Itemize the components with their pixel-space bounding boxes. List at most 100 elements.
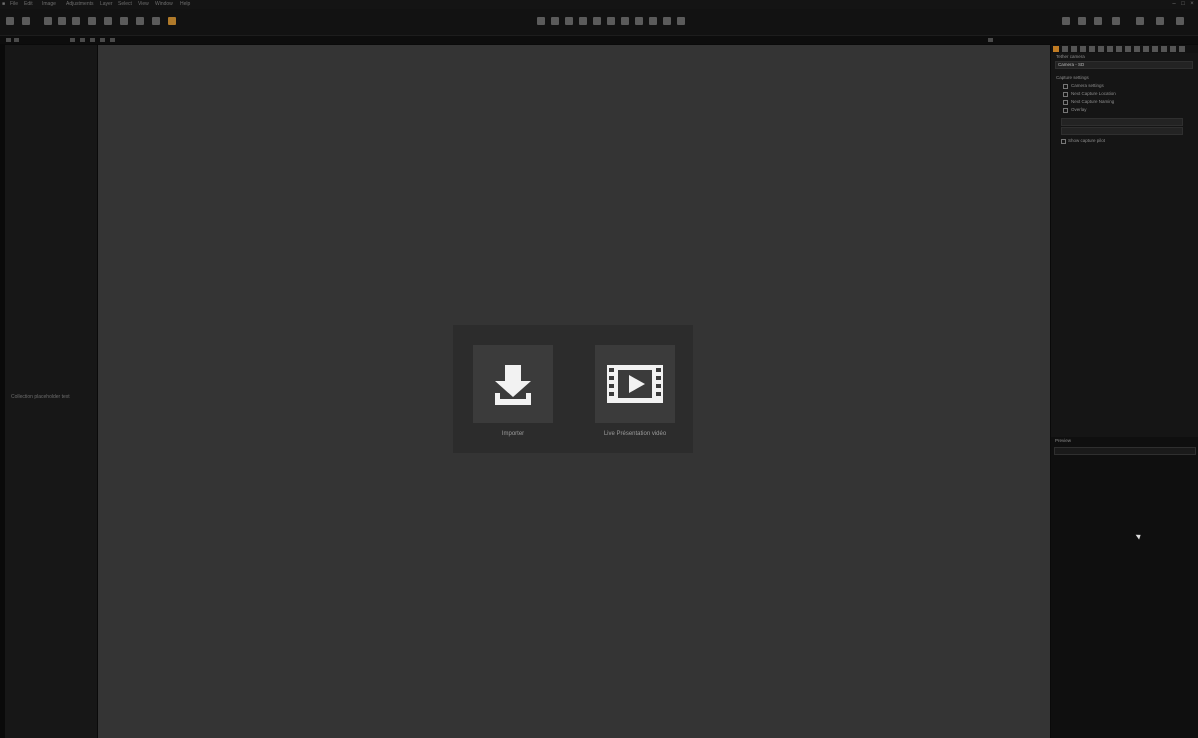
option-3[interactable]: Next Capture Naming bbox=[1071, 99, 1114, 104]
crop-tool-icon[interactable] bbox=[579, 17, 587, 25]
menu-select[interactable]: Select bbox=[118, 1, 132, 7]
tab-extra-icon[interactable] bbox=[1179, 46, 1185, 52]
tab-local-icon[interactable] bbox=[1107, 46, 1113, 52]
picker-tool-icon[interactable] bbox=[677, 17, 685, 25]
gradient-icon[interactable] bbox=[136, 17, 144, 25]
preview-info-field bbox=[1054, 447, 1196, 455]
redo-icon[interactable] bbox=[58, 17, 66, 25]
tutorial-label[interactable]: Live Présentation vidéo bbox=[575, 431, 695, 437]
menu-window[interactable]: Window bbox=[155, 1, 173, 7]
cursor-tool-icon[interactable] bbox=[537, 17, 545, 25]
menu-view[interactable]: View bbox=[138, 1, 149, 7]
section-title[interactable]: Capture settings bbox=[1056, 75, 1089, 80]
menu-bar: ■ File Edit Image Adjustments Layer Sele… bbox=[0, 0, 1198, 9]
view-list-icon[interactable] bbox=[90, 38, 95, 42]
minimize-button[interactable]: – bbox=[1170, 1, 1178, 7]
capture-pilot-checkbox[interactable] bbox=[1061, 139, 1066, 144]
menu-help[interactable]: Help bbox=[180, 1, 190, 7]
tutorial-tile[interactable] bbox=[595, 345, 675, 423]
tab-output-icon[interactable] bbox=[1125, 46, 1131, 52]
welcome-card: Importer Live Présentation vidéo bbox=[453, 325, 693, 453]
menu-image[interactable]: Image bbox=[42, 1, 56, 7]
tab-lens-icon[interactable] bbox=[1071, 46, 1077, 52]
tab-library-icon[interactable] bbox=[1062, 46, 1068, 52]
proof-icon[interactable] bbox=[1094, 17, 1102, 25]
option-checkbox[interactable] bbox=[1063, 100, 1068, 105]
tab-color-icon[interactable] bbox=[1080, 46, 1086, 52]
tool-tabs bbox=[1051, 45, 1198, 53]
settings-field-2[interactable] bbox=[1061, 127, 1183, 135]
tab-styles-icon[interactable] bbox=[1143, 46, 1149, 52]
tab-metadata-icon[interactable] bbox=[1116, 46, 1122, 52]
undo-icon[interactable] bbox=[44, 17, 52, 25]
secondary-toolbar bbox=[0, 36, 1198, 44]
tab-capture-icon[interactable] bbox=[1053, 46, 1059, 52]
option-2[interactable]: Next Capture Location bbox=[1071, 91, 1116, 96]
viewer-options-icon[interactable] bbox=[988, 38, 993, 42]
right-panel: Tether camera Camera - SD Capture settin… bbox=[1051, 45, 1198, 738]
zoom-tool-icon[interactable] bbox=[565, 17, 573, 25]
viewer-area: Importer Live Présentation vidéo bbox=[98, 45, 1050, 738]
maximize-button[interactable]: □ bbox=[1179, 1, 1187, 7]
copy-icon[interactable] bbox=[1136, 17, 1144, 25]
import-label[interactable]: Importer bbox=[453, 431, 573, 437]
video-play-icon bbox=[607, 365, 663, 403]
menu-file[interactable]: File bbox=[10, 1, 18, 7]
view-filmstrip-icon[interactable] bbox=[100, 38, 105, 42]
keystone-tool-icon[interactable] bbox=[607, 17, 615, 25]
menu-edit[interactable]: Edit bbox=[24, 1, 33, 7]
close-button[interactable]: × bbox=[1188, 1, 1196, 7]
camera-selector[interactable]: Camera - SD bbox=[1055, 61, 1193, 69]
menu-layer[interactable]: Layer bbox=[100, 1, 113, 7]
tab-detail-icon[interactable] bbox=[1098, 46, 1104, 52]
import-tile[interactable] bbox=[473, 345, 553, 423]
view-grid-icon[interactable] bbox=[80, 38, 85, 42]
library-icon[interactable] bbox=[22, 17, 30, 25]
reset-icon[interactable] bbox=[1176, 17, 1184, 25]
camera-selector-value: Camera - SD bbox=[1058, 62, 1085, 67]
import-icon[interactable] bbox=[6, 17, 14, 25]
crop-icon[interactable] bbox=[88, 17, 96, 25]
tab-adjust-icon[interactable] bbox=[1170, 46, 1176, 52]
panel-options-icon[interactable] bbox=[14, 38, 19, 42]
straighten-tool-icon[interactable] bbox=[593, 17, 601, 25]
stamp-icon[interactable] bbox=[152, 17, 160, 25]
mouse-cursor-icon bbox=[1135, 532, 1143, 540]
eraser-icon[interactable] bbox=[120, 17, 128, 25]
option-checkbox[interactable] bbox=[1063, 84, 1068, 89]
option-4[interactable]: Overlay bbox=[1071, 107, 1087, 112]
option-1[interactable]: Camera settings bbox=[1071, 83, 1104, 88]
app-icon[interactable]: ■ bbox=[2, 1, 5, 7]
hand-icon[interactable] bbox=[72, 17, 80, 25]
brush-tool-icon[interactable] bbox=[635, 17, 643, 25]
pan-tool-icon[interactable] bbox=[551, 17, 559, 25]
left-panel-label: Collection placeholder text bbox=[11, 394, 70, 400]
highlight-icon[interactable] bbox=[168, 17, 176, 25]
panel-header: Tether camera bbox=[1056, 54, 1085, 59]
panel-toggle-icon[interactable] bbox=[6, 38, 11, 42]
left-panel: Collection placeholder text bbox=[5, 45, 97, 738]
apply-icon[interactable] bbox=[1156, 17, 1164, 25]
option-checkbox[interactable] bbox=[1063, 92, 1068, 97]
gradient-tool-icon[interactable] bbox=[663, 17, 671, 25]
capture-pilot-label[interactable]: Show capture pilot bbox=[1068, 138, 1105, 143]
toolbar bbox=[0, 9, 1198, 36]
eraser-tool-icon[interactable] bbox=[649, 17, 657, 25]
brush-icon[interactable] bbox=[104, 17, 112, 25]
tab-batch-icon[interactable] bbox=[1134, 46, 1140, 52]
download-icon bbox=[495, 365, 531, 405]
compare-icon[interactable] bbox=[1112, 17, 1120, 25]
menu-adjustments[interactable]: Adjustments bbox=[66, 1, 94, 7]
option-checkbox[interactable] bbox=[1063, 108, 1068, 113]
grid-icon[interactable] bbox=[1062, 17, 1070, 25]
view-compare-icon[interactable] bbox=[110, 38, 115, 42]
preview-title[interactable]: Preview bbox=[1055, 438, 1071, 443]
spot-tool-icon[interactable] bbox=[621, 17, 629, 25]
tab-exposure-icon[interactable] bbox=[1089, 46, 1095, 52]
preview-panel: Preview bbox=[1051, 437, 1198, 738]
exposure-icon[interactable] bbox=[1078, 17, 1086, 25]
view-single-icon[interactable] bbox=[70, 38, 75, 42]
tab-keywords-icon[interactable] bbox=[1152, 46, 1158, 52]
settings-field-1[interactable] bbox=[1061, 118, 1183, 126]
tab-compose-icon[interactable] bbox=[1161, 46, 1167, 52]
